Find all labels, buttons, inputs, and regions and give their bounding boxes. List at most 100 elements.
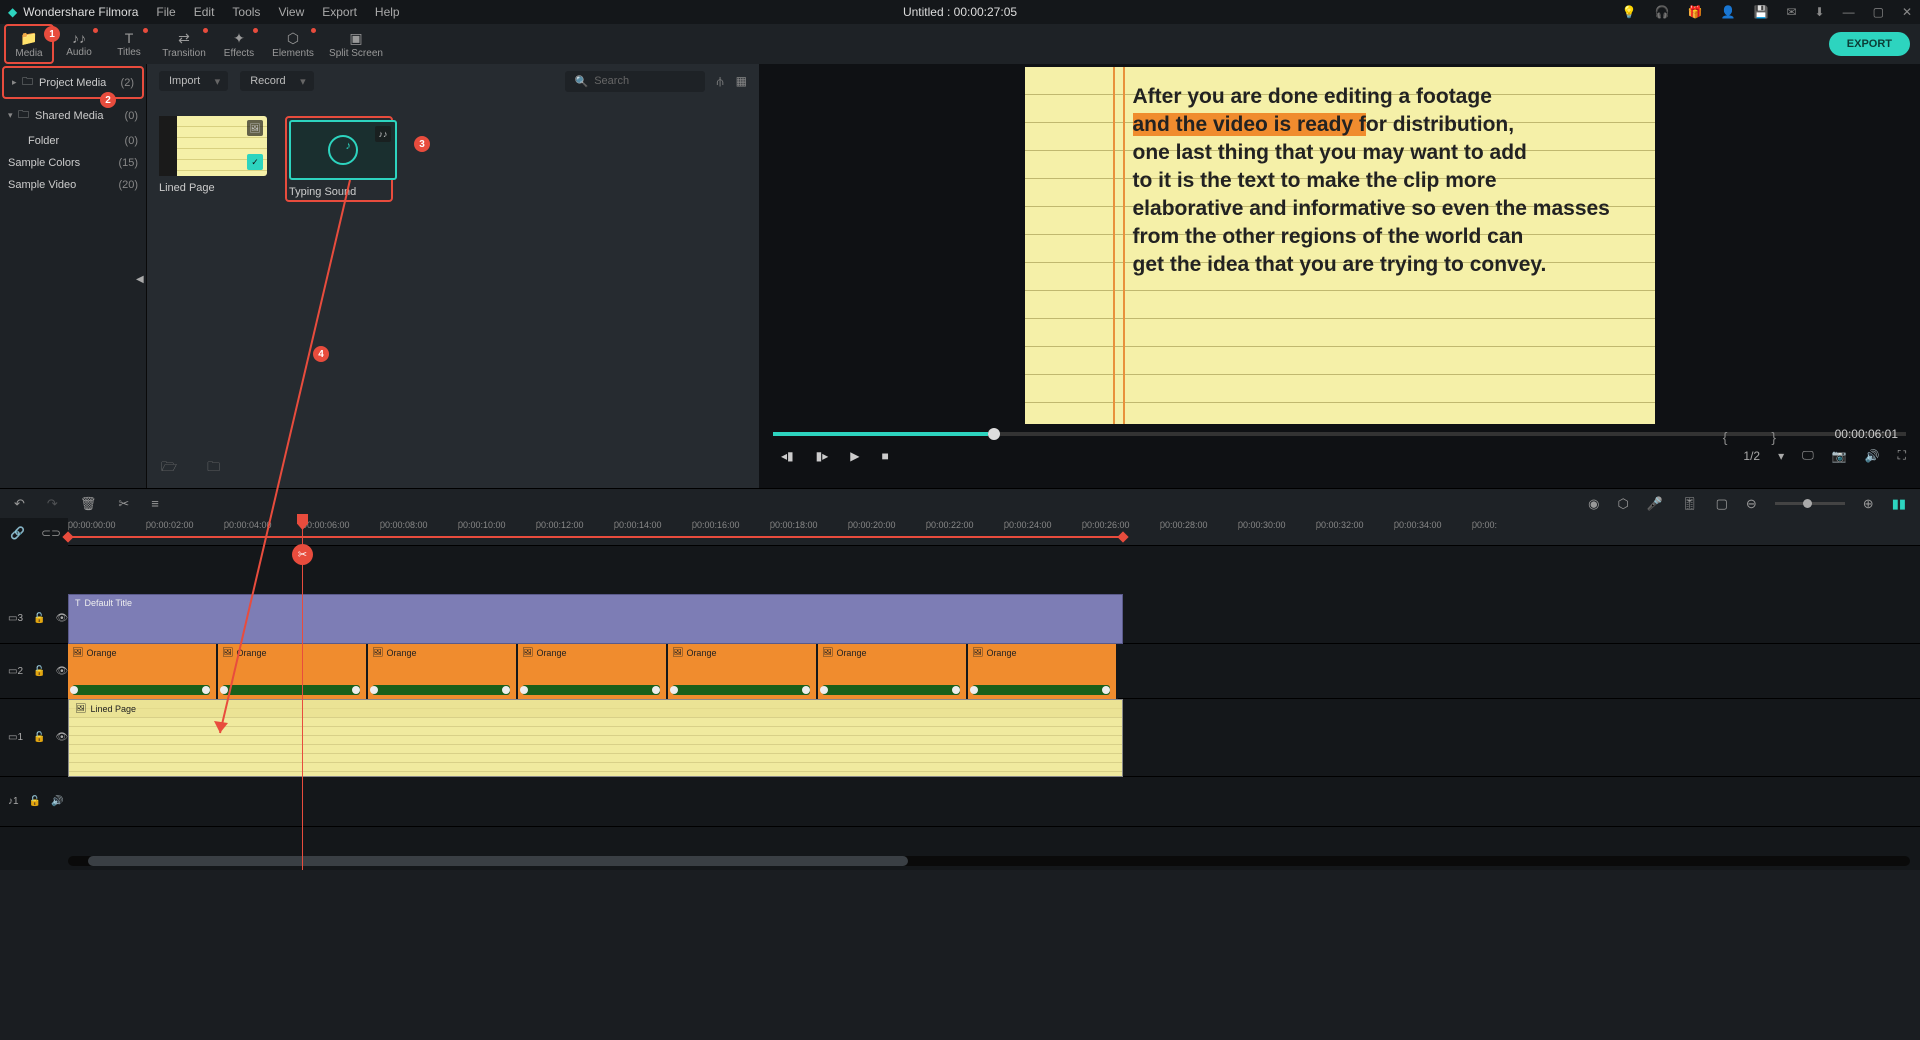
lock-icon[interactable]: 🔓 [33,613,45,624]
import-dropdown[interactable]: Import [159,71,228,91]
range-brackets: { } [1723,429,1796,445]
play-icon[interactable]: ▶ [850,449,859,463]
tab-audio[interactable]: ♪♪ Audio [54,24,104,64]
menu-edit[interactable]: Edit [194,5,215,19]
sidebar-item-project-media[interactable]: ▸ 🗀 Project Media (2) [2,66,144,99]
eye-icon[interactable]: 👁 [55,732,68,743]
menu-export[interactable]: Export [322,5,357,19]
search-placeholder: Search [594,75,629,87]
timeline-scrollbar[interactable] [68,856,1910,866]
tab-splitscreen[interactable]: ▣ Split Screen [322,24,390,64]
menu-tools[interactable]: Tools [232,5,260,19]
sidebar-item-sample-colors[interactable]: Sample Colors (15) [0,152,146,174]
lined-page-clip[interactable]: 🖼Lined Page [68,699,1123,777]
filter-icon[interactable]: ⫛ [717,74,724,89]
mixer-icon[interactable]: 🎚 [1681,496,1698,512]
preview-ratio[interactable]: 1/2 [1743,449,1760,463]
playhead[interactable]: ✂ [302,518,303,870]
mic-icon[interactable]: 🎤 [1647,496,1663,512]
lock-icon[interactable]: 🔓 [29,796,41,807]
cut-icon[interactable]: ✂ [118,496,129,512]
zoom-in-icon[interactable]: ⊕ [1863,496,1874,512]
save-icon[interactable]: 💾 [1754,5,1769,19]
track-title: ▭3🔓👁 TDefault Title [0,594,1920,644]
crop-icon[interactable]: ▢ [1716,496,1728,512]
settings-icon[interactable]: ≡ [151,496,159,511]
orange-clip[interactable]: 🖼Orange [668,644,818,699]
timeline-magnet-icon[interactable]: ⊂⊃ [41,526,61,540]
media-thumb-typing-sound[interactable]: ♪♪ Typing Sound [285,116,393,202]
preview-video[interactable]: After you are done editing a footageand … [1025,67,1655,424]
timeline-link-icon[interactable]: 🔗 [10,526,25,540]
orange-clip[interactable]: 🖼Orange [518,644,668,699]
collapse-sidebar-icon[interactable]: ◀ [136,274,144,285]
scissor-icon[interactable]: ✂ [292,544,313,565]
orange-clip[interactable]: 🖼Orange [818,644,968,699]
close-button[interactable]: ✕ [1902,5,1912,19]
sidebar-item-folder[interactable]: Folder (0) [0,130,146,152]
eye-icon[interactable]: 👁 [55,613,68,624]
fullscreen-icon[interactable]: ⛶ [1898,448,1906,463]
render-icon[interactable]: ◉ [1588,496,1599,512]
user-icon[interactable]: 👤 [1721,5,1736,19]
redo-icon[interactable]: ↷ [47,496,58,512]
download-icon[interactable]: ⬇ [1815,5,1825,19]
orange-clip[interactable]: 🖼Orange [218,644,368,699]
sidebar-item-sample-video[interactable]: Sample Video (20) [0,174,146,196]
folder-icon: 🗀 [22,73,33,92]
timeline-toolbar: ↶ ↷ 🗑 ✂ ≡ ◉ ⬡ 🎤 🎚 ▢ ⊖ ⊕ ▮▮ [0,488,1920,518]
eye-icon[interactable]: 👁 [55,666,68,677]
folder-icon[interactable]: 🗀 [207,458,220,480]
volume-icon[interactable]: 🔊 [51,796,63,807]
sidebar-count: (2) [121,77,134,89]
preview-scrubber[interactable]: { } 00:00:06:01 [773,432,1906,436]
tab-elements[interactable]: ⬡ Elements [264,24,322,64]
ratio-dropdown-icon[interactable]: ▾ [1778,449,1784,463]
orange-clip[interactable]: 🖼Orange [968,644,1118,699]
orange-clip[interactable]: 🖼Orange [368,644,518,699]
media-thumb-lined-page[interactable]: 🖼✓ Lined Page [159,116,267,202]
marker-icon[interactable]: ⬡ [1618,496,1629,512]
minimize-button[interactable]: — [1843,5,1855,19]
undo-icon[interactable]: ↶ [14,496,25,512]
menu-file[interactable]: File [156,5,175,19]
title-clip[interactable]: TDefault Title [68,594,1123,644]
new-folder-icon[interactable]: 🗁 [161,458,177,480]
tab-splitscreen-label: Split Screen [329,48,383,59]
stop-button[interactable]: ■ [882,449,889,463]
app-name: Wondershare Filmora [23,5,138,19]
headphones-icon[interactable]: 🎧 [1655,5,1670,19]
lock-icon[interactable]: 🔓 [33,666,45,677]
sidebar-label: Folder [28,135,59,147]
tab-audio-label: Audio [66,47,92,58]
mail-icon[interactable]: ✉ [1786,5,1796,19]
display-icon[interactable]: 🖵 [1802,448,1814,463]
preview-panel: After you are done editing a footageand … [759,64,1920,488]
grid-view-icon[interactable]: ▦ [736,74,747,89]
sidebar-item-shared-media[interactable]: ▾ 🗀 Shared Media (0) [0,101,146,130]
maximize-button[interactable]: ▢ [1873,5,1884,19]
tab-transition[interactable]: ⇄ Transition [154,24,214,64]
delete-icon[interactable]: 🗑 [80,496,97,512]
play-button[interactable]: ▮▸ [816,449,829,463]
lock-icon[interactable]: 🔓 [33,732,45,743]
export-button[interactable]: EXPORT [1829,32,1910,56]
zoom-fit-icon[interactable]: ▮▮ [1892,496,1906,512]
tab-titles[interactable]: T Titles [104,24,154,64]
snapshot-icon[interactable]: 📷 [1832,449,1847,463]
search-input[interactable]: 🔍 Search [565,71,705,92]
gift-icon[interactable]: 🎁 [1688,5,1703,19]
prev-frame-button[interactable]: ◂▮ [781,449,794,463]
work-area-bar[interactable] [68,536,1123,538]
menu-view[interactable]: View [278,5,304,19]
volume-icon[interactable]: 🔊 [1865,449,1880,463]
orange-clip[interactable]: 🖼Orange [68,644,218,699]
menu-help[interactable]: Help [375,5,400,19]
effects-icon: ✦ [233,30,245,47]
timeline-ruler[interactable]: 00:00:00:0000:00:02:0000:00:04:0000:00:0… [68,518,1920,546]
zoom-slider[interactable] [1775,502,1845,505]
tab-effects[interactable]: ✦ Effects [214,24,264,64]
zoom-out-icon[interactable]: ⊖ [1746,496,1757,512]
lightbulb-icon[interactable]: 💡 [1622,5,1637,19]
record-dropdown[interactable]: Record [240,71,313,91]
